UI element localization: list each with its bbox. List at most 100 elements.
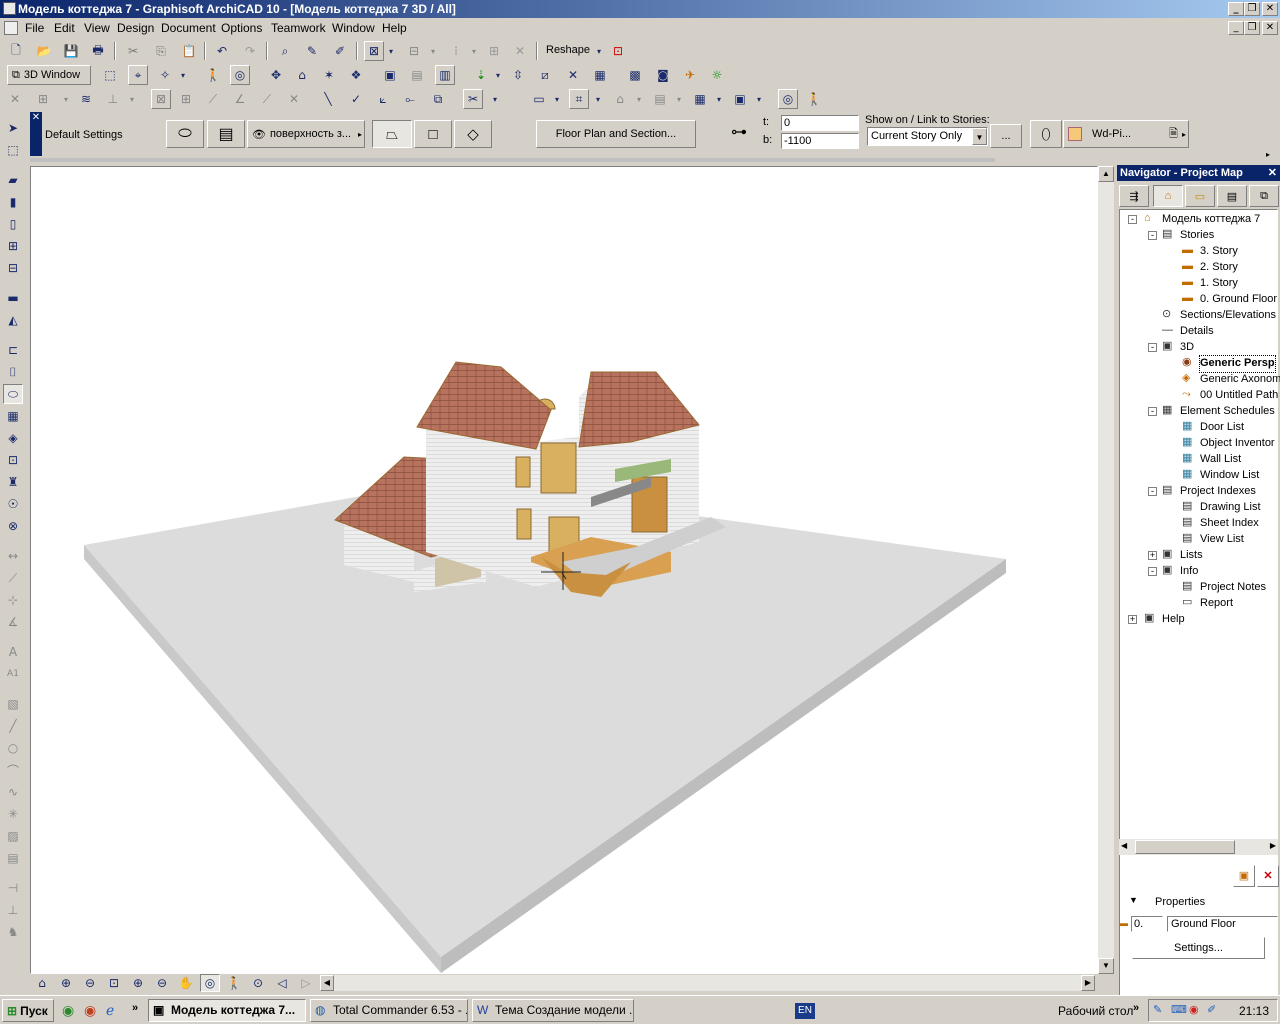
- zoom-out-icon[interactable]: ⊖: [80, 974, 100, 992]
- publisher-sets-tab-icon[interactable]: ⧉: [1249, 185, 1279, 207]
- window-tool-icon[interactable]: ⊞: [3, 236, 23, 256]
- back-view-icon[interactable]: ◁: [272, 974, 292, 992]
- chevron-down-icon[interactable]: ▼: [972, 128, 987, 145]
- line-tool-icon[interactable]: ⟋: [203, 89, 223, 109]
- pin-icon[interactable]: ⊥: [103, 89, 123, 109]
- chevron-down-icon[interactable]: ▾: [178, 65, 188, 85]
- navigator-close-icon[interactable]: ✕: [1268, 165, 1277, 181]
- chevron-down-icon[interactable]: ▾: [469, 41, 479, 61]
- bottom-offset-input[interactable]: -1100: [781, 133, 859, 149]
- chevron-down-icon[interactable]: ▾: [490, 89, 500, 109]
- publisher-icon[interactable]: ⇶: [1119, 185, 1149, 207]
- slab-tool-icon[interactable]: ⬭: [166, 120, 204, 148]
- tree-item[interactable]: 0. Ground Floor: [1200, 292, 1277, 308]
- light-tool-icon[interactable]: ☉: [3, 494, 23, 514]
- offset-icon[interactable]: ⧉: [428, 89, 448, 109]
- view-3d-window-button[interactable]: ⧉ 3D Window: [7, 65, 91, 85]
- tree-toggle-icon[interactable]: +: [1128, 615, 1137, 624]
- text-tool-icon[interactable]: A: [3, 642, 23, 662]
- tree-item[interactable]: 3. Story: [1200, 244, 1238, 260]
- tree-toggle-icon[interactable]: -: [1148, 231, 1157, 240]
- snap-point-icon[interactable]: ✥: [266, 65, 286, 85]
- window-frame-icon[interactable]: ▣: [730, 89, 750, 109]
- pan-hand-icon[interactable]: ✋: [176, 974, 196, 992]
- find-select-icon[interactable]: ⌕: [275, 41, 295, 61]
- render-icon[interactable]: ▩: [625, 65, 645, 85]
- mesh-tool-icon[interactable]: ▦: [3, 406, 23, 426]
- curtain-wall-icon[interactable]: ◈: [3, 428, 23, 448]
- show-all-icon[interactable]: ▥: [435, 65, 455, 85]
- task-archicad[interactable]: ▣ Модель коттеджа 7...: [148, 999, 306, 1022]
- detail-tool-icon[interactable]: ♞: [3, 922, 23, 942]
- forward-view-icon[interactable]: ▷: [296, 974, 316, 992]
- scroll-up-icon[interactable]: ▲: [1098, 166, 1114, 182]
- snap-grid-icon[interactable]: ⊞: [176, 89, 196, 109]
- scroll-right-icon[interactable]: ▶: [1081, 975, 1095, 991]
- grid-snap-icon[interactable]: ⊠: [364, 41, 384, 61]
- start-button[interactable]: ⊞ Пуск: [2, 999, 54, 1022]
- distribute-icon[interactable]: ⁞: [446, 41, 466, 61]
- roof-tool-icon[interactable]: ◭: [3, 310, 23, 330]
- house-model-3d[interactable]: [31, 167, 1097, 973]
- chevron-down-icon[interactable]: ▾: [493, 65, 503, 85]
- tray-antivirus-icon[interactable]: ◉: [1189, 1003, 1199, 1016]
- tree-toggle-icon[interactable]: -: [1148, 567, 1157, 576]
- stair-tool-icon[interactable]: ⊏: [3, 340, 23, 360]
- walk-view-icon[interactable]: 🚶: [224, 974, 244, 992]
- geometry-rotated-icon[interactable]: ◇: [454, 120, 492, 148]
- figure-tool-icon[interactable]: ▨: [3, 826, 23, 846]
- maximize-button[interactable]: ❐: [1244, 2, 1260, 16]
- cut-icon[interactable]: ✂: [123, 41, 143, 61]
- chevron-down-icon[interactable]: ▾: [552, 89, 562, 109]
- floor-plan-section-button[interactable]: Floor Plan and Section...: [536, 120, 696, 148]
- tree-item[interactable]: 1. Story: [1200, 276, 1238, 292]
- 3d-viewport[interactable]: [30, 166, 1098, 974]
- cancel-x-icon[interactable]: ✕: [510, 41, 530, 61]
- orbit-navigate-icon[interactable]: ◎: [778, 89, 798, 109]
- settings-button[interactable]: Settings...: [1132, 937, 1265, 959]
- scroll-right-icon[interactable]: ▶: [1270, 841, 1276, 850]
- home-icon[interactable]: ⌂: [292, 65, 312, 85]
- tree-toggle-icon[interactable]: -: [1148, 407, 1157, 416]
- fill-tool-icon[interactable]: ▧: [3, 694, 23, 714]
- tree-item[interactable]: Project Notes: [1200, 580, 1266, 596]
- menu-teamwork[interactable]: Teamwork: [271, 21, 326, 35]
- elevation-icon[interactable]: ⇣: [471, 65, 491, 85]
- 3d-box-icon[interactable]: ⬚: [100, 65, 120, 85]
- undo-icon[interactable]: ↶: [212, 41, 232, 61]
- quicklaunch-opera-icon[interactable]: ◉: [62, 1002, 74, 1019]
- horizontal-scroll-track[interactable]: [334, 975, 1081, 991]
- chevron-down-icon[interactable]: ▾: [674, 89, 684, 109]
- copy-icon[interactable]: ⎘: [151, 41, 171, 61]
- inject-icon[interactable]: ✐: [330, 41, 350, 61]
- eyedropper-icon[interactable]: ✎: [302, 41, 322, 61]
- minimize-button[interactable]: _: [1228, 2, 1244, 16]
- label-tool-icon[interactable]: A1: [3, 664, 23, 684]
- layer-pattern-icon[interactable]: ▤: [207, 120, 245, 148]
- tray-keyboard-icon[interactable]: ⌨: [1171, 1003, 1187, 1016]
- frame-icon[interactable]: ▭: [529, 89, 549, 109]
- door-tool-icon[interactable]: ▯: [3, 214, 23, 234]
- tree-item[interactable]: Drawing List: [1200, 500, 1261, 516]
- close-button[interactable]: ✕: [1262, 2, 1278, 16]
- tree-item[interactable]: Stories: [1180, 228, 1214, 244]
- geometry-rectangle-icon[interactable]: □: [414, 120, 452, 148]
- beam-tool-icon[interactable]: ▬: [3, 288, 23, 308]
- view-map-tab-icon[interactable]: ▭: [1185, 185, 1215, 207]
- tree-item[interactable]: 00 Untitled Path: [1200, 388, 1278, 404]
- tree-item[interactable]: View List: [1200, 532, 1244, 548]
- walk-icon[interactable]: 🚶: [203, 65, 223, 85]
- radial-dim-icon[interactable]: ⊹: [3, 590, 23, 610]
- copy-layers-icon[interactable]: ▤: [407, 65, 427, 85]
- zoom-previous-icon[interactable]: ⊙: [248, 974, 268, 992]
- tree-toggle-icon[interactable]: -: [1128, 215, 1137, 224]
- orbit-icon[interactable]: ◎: [230, 65, 250, 85]
- stairs-icon[interactable]: ≋: [76, 89, 96, 109]
- skylight-tool-icon[interactable]: ⊟: [3, 258, 23, 278]
- story-link-select[interactable]: Current Story Only ▼: [867, 127, 988, 146]
- object-tool-icon[interactable]: ⌷: [3, 362, 23, 382]
- tree-item[interactable]: Element Schedules: [1180, 404, 1275, 420]
- tree-item[interactable]: Door List: [1200, 420, 1244, 436]
- circle-tool-icon[interactable]: ○: [3, 738, 23, 758]
- tray-network-icon[interactable]: ✎: [1153, 1003, 1162, 1016]
